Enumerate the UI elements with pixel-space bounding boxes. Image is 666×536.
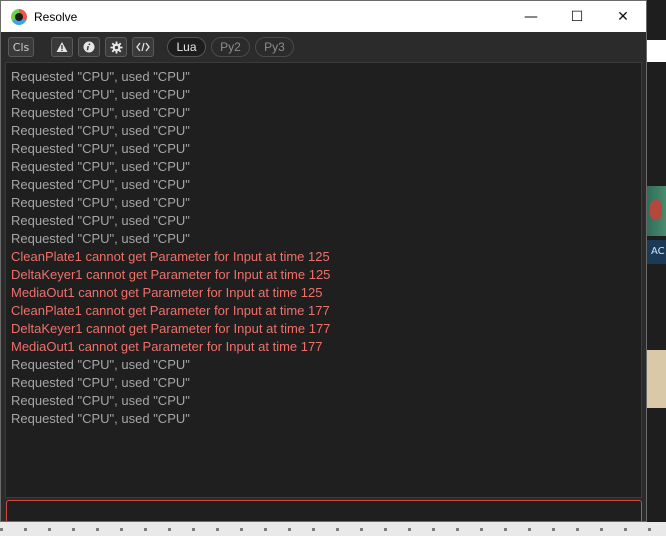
window-title: Resolve [34, 9, 78, 24]
background-panel-strip [647, 40, 666, 62]
show-script-output-button[interactable] [132, 37, 154, 57]
error-line: MediaOut1 cannot get Parameter for Input… [11, 339, 323, 354]
background-timeline-ruler [0, 522, 666, 536]
background-timeline-track [647, 350, 666, 408]
log-line: Requested "CPU", used "CPU" [11, 213, 190, 228]
info-icon [83, 41, 95, 53]
resolve-app-icon [11, 8, 27, 25]
log-line: Requested "CPU", used "CPU" [11, 231, 190, 246]
maximize-button[interactable]: ☐ [554, 1, 600, 32]
log-line: Requested "CPU", used "CPU" [11, 393, 190, 408]
log-line: Requested "CPU", used "CPU" [11, 159, 190, 174]
error-line: CleanPlate1 cannot get Parameter for Inp… [11, 303, 330, 318]
title-bar[interactable]: Resolve — ☐ ✕ [1, 1, 646, 32]
log-line: Requested "CPU", used "CPU" [11, 69, 190, 84]
show-warnings-button[interactable] [51, 37, 73, 57]
console-input[interactable] [6, 500, 642, 521]
log-line: Requested "CPU", used "CPU" [11, 123, 190, 138]
background-app-panel [647, 0, 666, 536]
log-line: Requested "CPU", used "CPU" [11, 357, 190, 372]
show-info-button[interactable] [78, 37, 100, 57]
background-label-bar: AC [647, 240, 666, 264]
log-line: Requested "CPU", used "CPU" [11, 195, 190, 210]
log-line: Requested "CPU", used "CPU" [11, 177, 190, 192]
error-line: DeltaKeyer1 cannot get Parameter for Inp… [11, 321, 331, 336]
console-lines: Requested "CPU", used "CPU" Requested "CP… [11, 68, 330, 428]
code-icon [136, 42, 150, 52]
background-label: AC [651, 246, 665, 257]
warning-icon [56, 42, 68, 52]
log-line: Requested "CPU", used "CPU" [11, 411, 190, 426]
log-line: Requested "CPU", used "CPU" [11, 105, 190, 120]
language-py2-button[interactable]: Py2 [211, 37, 250, 57]
console-toolbar: Cls Lua Py2 Py3 [1, 32, 646, 61]
gear-icon [109, 40, 123, 54]
clear-console-button[interactable]: Cls [8, 37, 34, 57]
log-line: Requested "CPU", used "CPU" [11, 375, 190, 390]
error-line: DeltaKeyer1 cannot get Parameter for Inp… [11, 267, 331, 282]
close-button[interactable]: ✕ [600, 1, 646, 32]
error-line: CleanPlate1 cannot get Parameter for Inp… [11, 249, 330, 264]
language-lua-button[interactable]: Lua [167, 37, 206, 57]
language-py3-button[interactable]: Py3 [255, 37, 294, 57]
log-line: Requested "CPU", used "CPU" [11, 87, 190, 102]
error-line: MediaOut1 cannot get Parameter for Input… [11, 285, 323, 300]
console-settings-button[interactable] [105, 37, 127, 57]
console-window: Resolve — ☐ ✕ Cls Lua Py2 Py3 Requested … [0, 0, 647, 522]
background-thumbnail [647, 186, 666, 236]
console-output[interactable]: Requested "CPU", used "CPU" Requested "CP… [5, 62, 642, 498]
log-line: Requested "CPU", used "CPU" [11, 141, 190, 156]
minimize-button[interactable]: — [508, 1, 554, 32]
